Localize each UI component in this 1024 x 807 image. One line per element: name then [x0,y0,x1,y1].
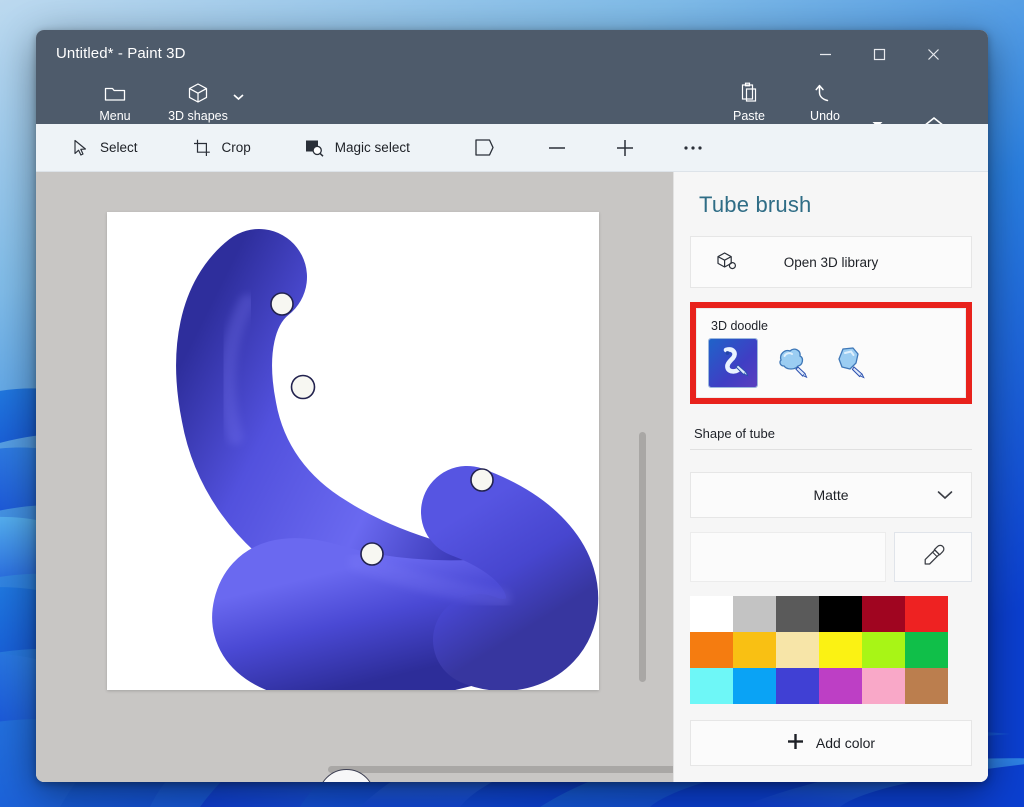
chevron-down-icon [937,487,953,503]
current-color-preview[interactable] [690,532,886,582]
crop-tool-button[interactable]: Crop [178,130,265,166]
magic-select-tool-button[interactable]: Magic select [291,130,424,166]
cursor-arrow-icon [70,139,90,157]
canvas-horizontal-scrollbar[interactable] [328,766,673,773]
window-titlebar: Untitled* - Paint 3D Menu [36,30,988,124]
magic-select-icon [305,139,325,157]
window-title: Untitled* - Paint 3D [56,45,186,62]
material-dropdown[interactable]: Matte [690,472,972,518]
color-swatch[interactable] [733,668,776,704]
canvas-area[interactable] [36,172,673,782]
chevron-down-icon[interactable] [233,88,244,106]
canvas-sheet[interactable] [107,212,599,690]
3d-doodle-tool-list [709,339,953,387]
doodle-handle[interactable] [292,376,315,399]
color-swatch[interactable] [862,668,905,704]
color-swatch[interactable] [776,668,819,704]
doodle-handle[interactable] [361,543,383,565]
more-options-icon[interactable] [672,130,714,166]
3d-view-icon[interactable] [464,130,506,166]
workspace: Tube brush Open 3D library 3D doodle [36,172,988,782]
color-swatch[interactable] [819,596,862,632]
3d-shapes-label: 3D shapes [168,109,228,123]
menu-label: Menu [99,109,130,123]
tool-options-panel: Tube brush Open 3D library 3D doodle [673,172,988,782]
magic-select-label: Magic select [335,140,410,155]
shape-of-tube-divider [690,449,972,450]
color-swatch[interactable] [690,596,733,632]
clipboard-icon [739,80,759,106]
color-swatch[interactable] [733,596,776,632]
soft-edge-tube-tool[interactable] [709,339,757,387]
canvas-vertical-scrollbar[interactable] [639,432,646,682]
cube-3d-icon [715,251,737,273]
plus-icon [787,733,804,753]
current-color-row [690,532,972,582]
3d-doodle-section: 3D doodle [696,308,966,398]
sharp-edge-tool[interactable] [767,339,815,387]
color-palette [690,596,948,704]
add-color-label: Add color [816,735,875,751]
soft-edge-tool[interactable] [825,339,873,387]
sharp-blob-pen-icon [829,341,869,386]
zoom-in-icon[interactable] [604,130,646,166]
color-swatch[interactable] [905,668,948,704]
3d-doodle-highlight-box: 3D doodle [690,302,972,404]
select-tool-label: Select [100,140,138,155]
folder-icon [104,80,126,106]
cube-icon [187,80,209,106]
material-value: Matte [813,487,848,503]
3d-tube-doodle[interactable] [107,212,599,690]
tube-pen-icon [713,341,753,386]
paint3d-window: Untitled* - Paint 3D Menu [36,30,988,782]
color-swatch[interactable] [862,596,905,632]
eyedropper-icon [920,542,946,573]
color-swatch[interactable] [862,632,905,668]
close-button[interactable] [910,36,956,72]
color-swatch[interactable] [819,668,862,704]
undo-label: Undo [810,109,840,123]
crop-tool-label: Crop [222,140,251,155]
paste-label: Paste [733,109,765,123]
zoom-out-icon[interactable] [536,130,578,166]
3d-shapes-button[interactable]: 3D shapes [146,80,250,123]
minimize-button[interactable] [802,36,848,72]
crop-icon [192,139,212,157]
soft-blob-pen-icon [771,341,811,386]
open-3d-library-label: Open 3D library [784,255,879,270]
color-swatch[interactable] [690,632,733,668]
maximize-button[interactable] [856,36,902,72]
3d-doodle-label: 3D doodle [711,319,953,333]
shape-of-tube-label: Shape of tube [694,426,972,441]
eyedropper-button[interactable] [894,532,972,582]
menu-button[interactable]: Menu [82,80,148,123]
open-3d-library-button[interactable]: Open 3D library [690,236,972,288]
paste-button[interactable]: Paste [716,80,782,123]
undo-arrow-icon [814,80,836,106]
color-swatch[interactable] [905,596,948,632]
select-tool-button[interactable]: Select [56,130,152,166]
undo-button[interactable]: Undo [792,80,858,123]
color-swatch[interactable] [776,632,819,668]
color-swatch[interactable] [690,668,733,704]
main-toolbar: Select Crop Magic select [36,124,988,172]
color-swatch[interactable] [776,596,819,632]
color-swatch[interactable] [733,632,776,668]
doodle-handle[interactable] [471,469,493,491]
doodle-handle[interactable] [271,293,293,315]
panel-title: Tube brush [699,192,972,218]
color-swatch[interactable] [905,632,948,668]
add-color-button[interactable]: Add color [690,720,972,766]
color-swatch[interactable] [819,632,862,668]
